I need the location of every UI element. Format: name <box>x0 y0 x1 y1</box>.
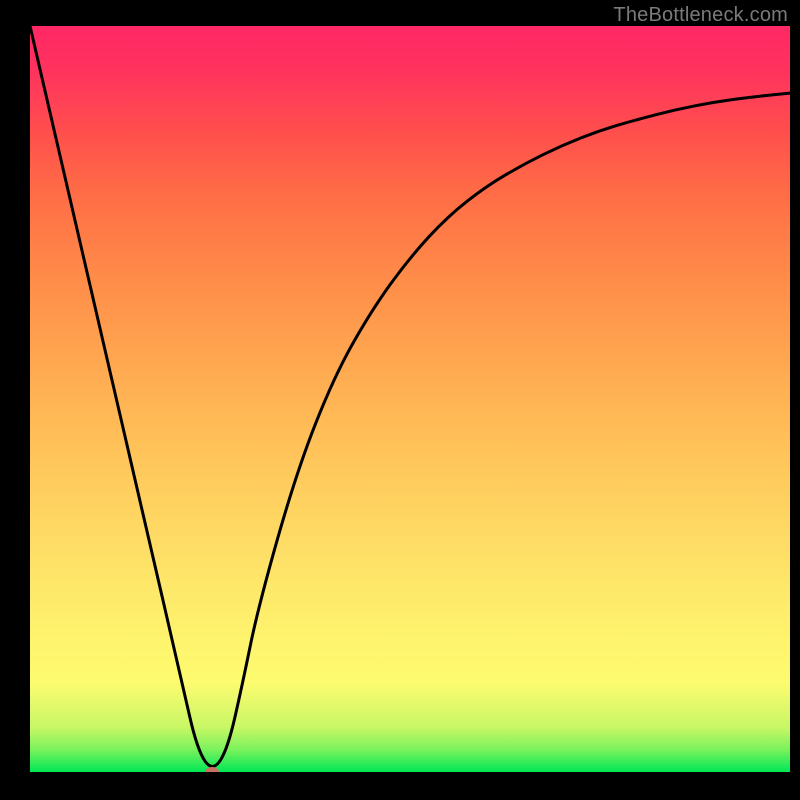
watermark-text: TheBottleneck.com <box>613 4 788 27</box>
bottleneck-curve <box>30 26 790 772</box>
minimum-marker <box>205 767 219 772</box>
plot-area <box>30 26 790 772</box>
chart-frame: TheBottleneck.com <box>0 0 800 800</box>
